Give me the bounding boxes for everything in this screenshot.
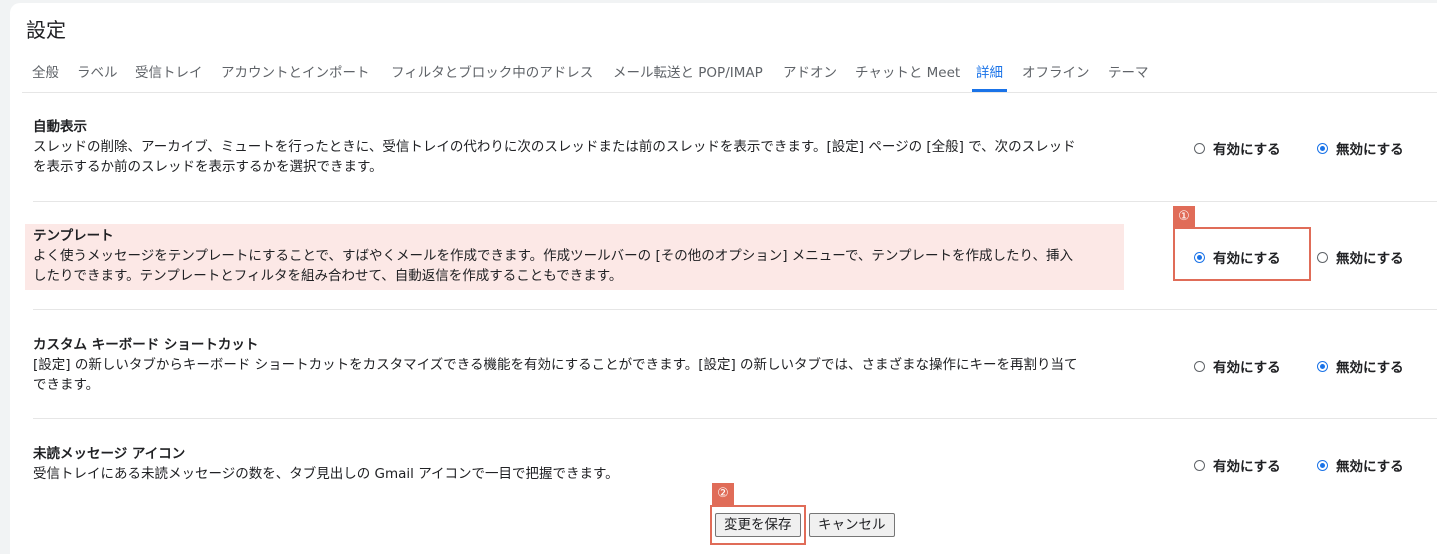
radio-off-icon[interactable] — [1194, 360, 1205, 372]
enable-label: 有効にする — [1213, 459, 1281, 475]
radio-on-icon[interactable] — [1317, 142, 1328, 154]
row-divider — [33, 418, 1437, 419]
radio-off-icon[interactable] — [1317, 251, 1328, 263]
disable-label: 無効にする — [1336, 251, 1404, 267]
setting-name: カスタム キーボード ショートカット — [33, 337, 259, 353]
tab-themes[interactable]: テーマ — [1104, 60, 1153, 90]
disable-label: 無効にする — [1336, 360, 1404, 376]
setting-description-cont: を表示するか前のスレッドを表示するかを選択できます。 — [33, 159, 383, 175]
tab-addons[interactable]: アドオン — [779, 60, 841, 90]
setting-description: 受信トレイにある未読メッセージの数を、タブ見出しの Gmail アイコンで一目で… — [33, 466, 619, 482]
setting-name: 自動表示 — [33, 119, 87, 135]
templates-disable-option[interactable]: 無効にする — [1317, 247, 1404, 267]
enable-label: 有効にする — [1213, 142, 1281, 158]
tab-advanced[interactable]: 詳細 — [972, 60, 1007, 92]
cancel-button[interactable]: キャンセル — [809, 513, 895, 537]
callout-badge-one: ① — [1173, 206, 1195, 228]
disable-label: 無効にする — [1336, 142, 1404, 158]
tab-labels[interactable]: ラベル — [73, 60, 122, 90]
radio-on-icon[interactable] — [1317, 459, 1328, 471]
tab-offline[interactable]: オフライン — [1018, 60, 1094, 90]
callout-box-one — [1173, 227, 1311, 281]
callout-box-two — [710, 505, 806, 545]
tab-inbox[interactable]: 受信トレイ — [131, 60, 207, 90]
row-divider — [33, 309, 1437, 310]
setting-description: よく使うメッセージをテンプレートにすることで、すばやくメールを作成できます。作成… — [33, 248, 1073, 264]
tab-forwarding-pop-imap[interactable]: メール転送と POP/IMAP — [609, 60, 767, 90]
unread-icon-disable-option[interactable]: 無効にする — [1317, 455, 1404, 475]
shortcuts-disable-option[interactable]: 無効にする — [1317, 356, 1404, 376]
unread-icon-enable-option[interactable]: 有効にする — [1194, 455, 1281, 475]
page-title: 設定 — [26, 18, 66, 42]
setting-description-cont: したりできます。テンプレートとフィルタを組み合わせて、自動返信を作成することもで… — [33, 268, 623, 284]
settings-tabs: 全般 ラベル 受信トレイ アカウントとインポート フィルタとブロック中のアドレス… — [22, 60, 1437, 93]
radio-off-icon[interactable] — [1194, 142, 1205, 154]
enable-label: 有効にする — [1213, 360, 1281, 376]
shortcuts-enable-option[interactable]: 有効にする — [1194, 356, 1281, 376]
radio-on-icon[interactable] — [1317, 360, 1328, 372]
setting-description: [設定] の新しいタブからキーボード ショートカットをカスタマイズできる機能を有… — [33, 357, 1078, 373]
setting-name: テンプレート — [33, 228, 114, 244]
tab-accounts-import[interactable]: アカウントとインポート — [217, 60, 374, 90]
callout-badge-two: ② — [712, 483, 734, 505]
auto-advance-disable-option[interactable]: 無効にする — [1317, 138, 1404, 158]
setting-description: スレッドの削除、アーカイブ、ミュートを行ったときに、受信トレイの代わりに次のスレ… — [33, 139, 1076, 155]
setting-description-cont: できます。 — [33, 377, 100, 393]
setting-name: 未読メッセージ アイコン — [33, 446, 186, 462]
tab-filters-blocked[interactable]: フィルタとブロック中のアドレス — [387, 60, 597, 90]
disable-label: 無効にする — [1336, 459, 1404, 475]
radio-off-icon[interactable] — [1194, 459, 1205, 471]
tab-general[interactable]: 全般 — [28, 60, 63, 90]
tab-chat-meet[interactable]: チャットと Meet — [851, 60, 964, 90]
auto-advance-enable-option[interactable]: 有効にする — [1194, 138, 1281, 158]
